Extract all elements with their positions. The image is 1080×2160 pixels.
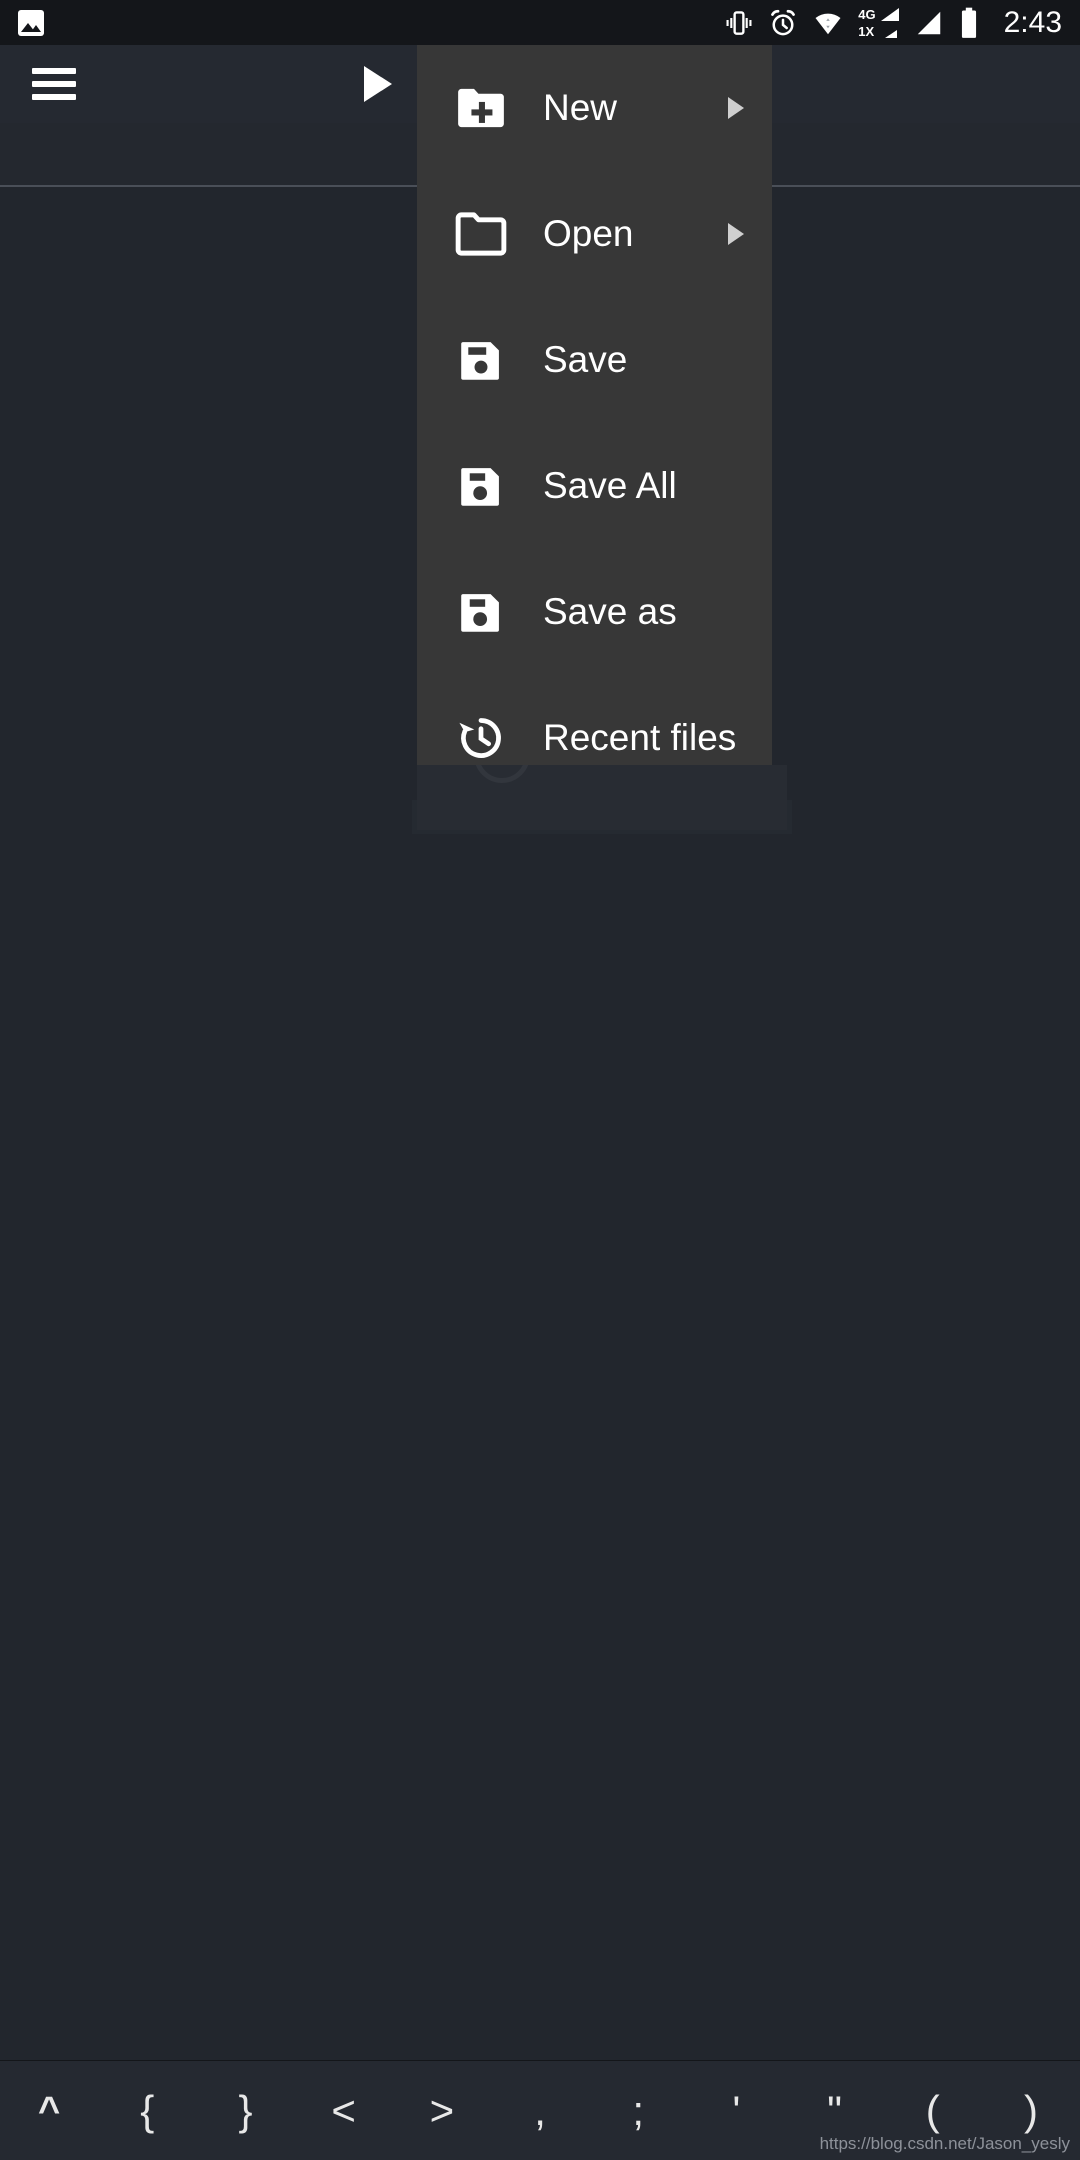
menu-item-open[interactable]: Open [417,171,772,297]
folder-icon [449,202,513,266]
menu-item-label: Recent files [543,717,737,758]
photo-icon [18,9,44,36]
semicolon-key[interactable]: ; [589,2089,687,2132]
status-bar-notifications [18,9,44,36]
open-paren-key[interactable]: ( [884,2089,982,2132]
menu-item-label: Open [543,213,634,254]
wifi-icon [812,8,844,38]
less-than-key[interactable]: < [295,2089,393,2132]
chevron-right-icon [728,223,744,245]
menu-icon[interactable] [32,68,76,100]
folder-plus-icon [449,76,513,140]
signal-bars-icon [914,8,944,38]
close-paren-key[interactable]: ) [982,2089,1080,2132]
app-screen: 4G 1X 2:43 New Open Save Save All Save a… [0,0,1080,2160]
file-dropdown-menu: New Open Save Save All Save as Recent fi… [417,45,772,765]
menu-item-recent-files[interactable]: Recent files [417,675,772,801]
network-label-1x: 1X [858,23,875,39]
menu-item-label: New [543,87,618,128]
menu-item-save-all[interactable]: Save All [417,423,772,549]
menu-item-new[interactable]: New [417,45,772,171]
history-icon [449,706,513,770]
open-brace-key[interactable]: { [98,2089,196,2132]
comma-key[interactable]: , [491,2089,589,2132]
menu-item-save[interactable]: Save [417,297,772,423]
caret-key[interactable]: ^ [0,2092,98,2130]
greater-than-key[interactable]: > [393,2089,491,2132]
battery-icon [958,7,980,39]
play-icon[interactable] [355,61,401,107]
menu-item-label: Save [543,339,628,380]
menu-item-label: Save as [543,591,677,632]
double-quote-key[interactable]: " [786,2089,884,2132]
menu-item-label: Save All [543,465,677,506]
close-brace-key[interactable]: } [196,2089,294,2132]
vibrate-icon [724,8,754,38]
watermark: https://blog.csdn.net/Jason_yesly [819,2134,1070,2153]
single-quote-key[interactable]: ' [687,2089,785,2132]
status-bar-system-icons: 4G 1X 2:43 [724,7,1062,39]
save-icon [449,328,513,392]
signal-4g-1x-icon: 4G 1X [858,7,899,39]
play-triangle [364,66,392,102]
status-bar-clock: 2:43 [1003,5,1062,39]
network-label-4g: 4G [858,6,876,22]
chevron-right-icon [728,97,744,119]
status-bar: 4G 1X 2:43 [0,0,1080,45]
alarm-icon [768,8,798,38]
menu-item-save-as[interactable]: Save as [417,549,772,675]
menu-icon-bar [32,68,76,74]
save-as-icon [449,580,513,644]
menu-icon-bar [32,81,76,87]
menu-icon-bar [32,94,76,100]
save-all-icon [449,454,513,518]
